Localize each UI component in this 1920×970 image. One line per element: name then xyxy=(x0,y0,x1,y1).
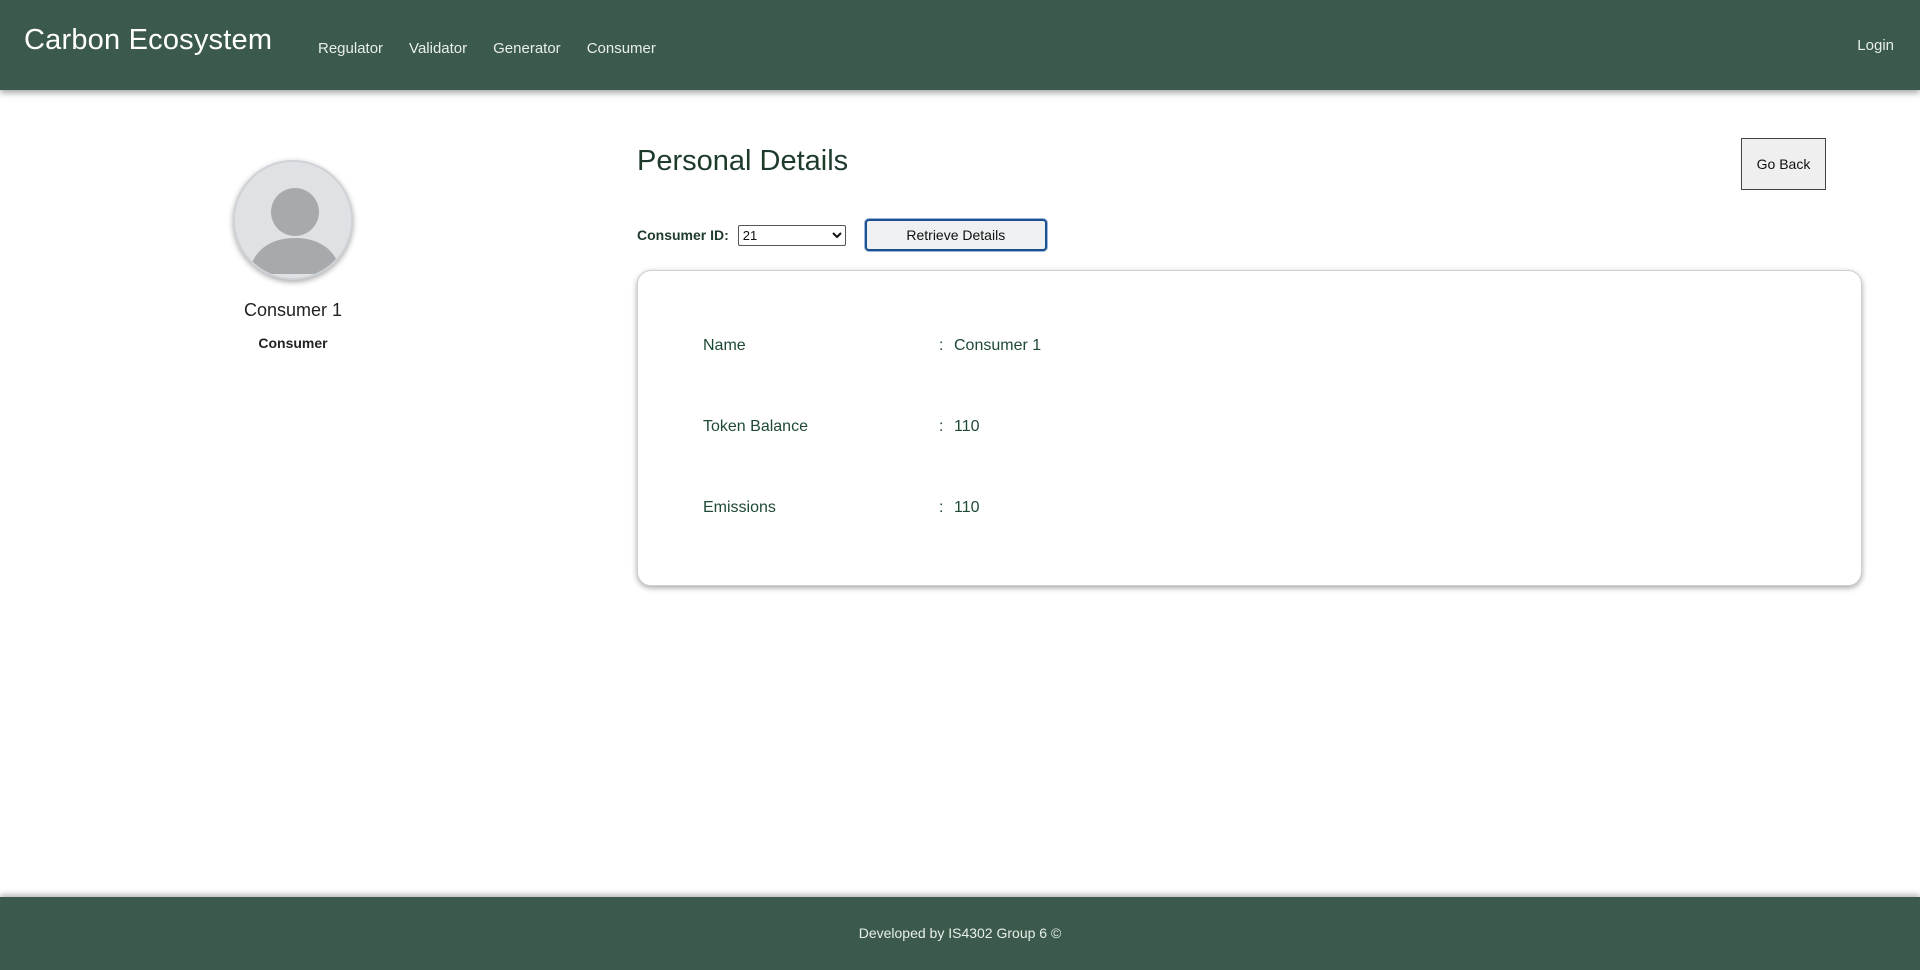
nav-link-generator[interactable]: Generator xyxy=(493,40,561,57)
detail-value: Consumer 1 xyxy=(954,337,1042,354)
go-back-button[interactable]: Go Back xyxy=(1741,138,1826,190)
footer-text: Developed by IS4302 Group 6 © xyxy=(858,925,1062,941)
detail-row-emissions: Emissions : 110 xyxy=(703,499,980,517)
profile-role: Consumer xyxy=(258,335,328,351)
detail-row-token-balance: Token Balance : 110 xyxy=(703,418,980,436)
page-footer: Developed by IS4302 Group 6 © xyxy=(0,897,1920,970)
user-avatar-icon xyxy=(233,160,353,280)
profile-name: Consumer 1 xyxy=(243,300,343,320)
detail-separator: : xyxy=(939,499,944,516)
consumer-id-label: Consumer ID: xyxy=(637,227,729,243)
detail-label: Emissions xyxy=(703,499,776,516)
details-card: Name : Consumer 1 Token Balance : 110 Em… xyxy=(637,270,1862,586)
login-link[interactable]: Login xyxy=(1857,37,1894,54)
consumer-id-select[interactable]: 21 xyxy=(737,224,846,246)
nav-link-consumer[interactable]: Consumer xyxy=(587,40,656,57)
brand-title[interactable]: Carbon Ecosystem xyxy=(24,24,272,57)
detail-value: 110 xyxy=(954,499,980,516)
nav-link-regulator[interactable]: Regulator xyxy=(318,40,383,57)
detail-label: Token Balance xyxy=(703,418,808,435)
detail-separator: : xyxy=(939,418,944,435)
detail-row-name: Name : Consumer 1 xyxy=(703,337,1041,355)
detail-label: Name xyxy=(703,337,746,354)
detail-separator: : xyxy=(939,337,944,354)
nav-links: Regulator Validator Generator Consumer xyxy=(318,40,656,57)
retrieve-details-button[interactable]: Retrieve Details xyxy=(864,219,1047,251)
profile-card: Consumer 1 Consumer xyxy=(183,160,403,351)
detail-value: 110 xyxy=(954,418,980,435)
page-title: Personal Details xyxy=(637,145,849,177)
top-navbar: Carbon Ecosystem Regulator Validator Gen… xyxy=(0,0,1920,90)
nav-link-validator[interactable]: Validator xyxy=(409,40,467,57)
consumer-id-row: Consumer ID: 21 Retrieve Details xyxy=(637,219,1047,251)
